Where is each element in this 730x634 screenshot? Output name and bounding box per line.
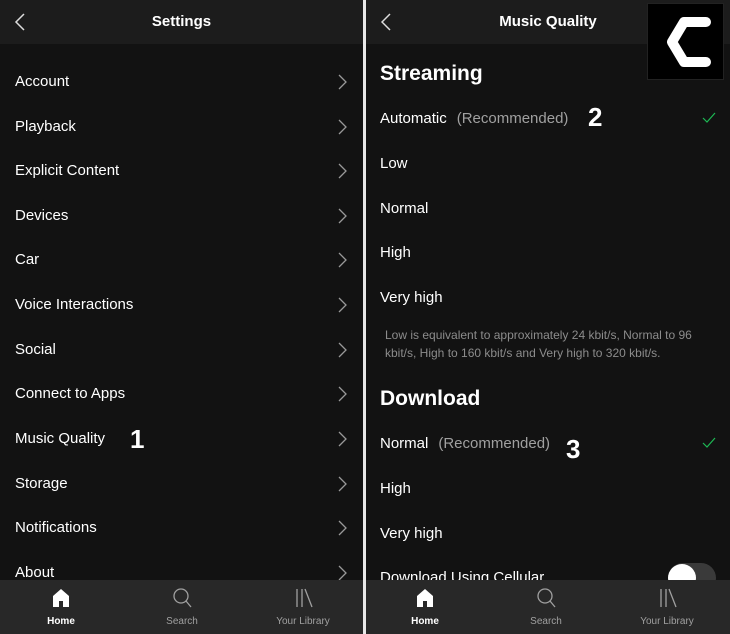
- settings-item-label: Playback: [15, 118, 76, 135]
- tab-search[interactable]: Search: [496, 580, 596, 634]
- tab-label: Search: [530, 616, 562, 627]
- settings-item-connect-to-apps[interactable]: Connect to Apps: [0, 372, 363, 416]
- settings-item-label: Explicit Content: [15, 162, 120, 179]
- option-label: Very high: [380, 525, 443, 542]
- tab-home[interactable]: Home: [375, 580, 475, 634]
- settings-item-label: Account: [15, 73, 70, 90]
- chevron-right-icon: [338, 74, 347, 90]
- chevron-right-icon: [338, 208, 347, 224]
- bottom-tab-bar: Home Search Your Library: [366, 580, 730, 634]
- tab-label: Home: [47, 616, 75, 627]
- settings-item-label: Social: [15, 341, 56, 358]
- settings-item-label: Voice Interactions: [15, 296, 134, 313]
- download-option-very-high[interactable]: Very high: [366, 515, 730, 555]
- tab-your-library[interactable]: Your Library: [617, 580, 717, 634]
- search-icon: [537, 588, 556, 608]
- download-option-high[interactable]: High: [366, 470, 730, 510]
- chevron-right-icon: [338, 431, 347, 447]
- recommended-note: (Recommended): [438, 435, 551, 452]
- chevron-right-icon: [338, 565, 347, 581]
- settings-item-label: Storage: [15, 475, 68, 492]
- c-logo-icon: [667, 17, 711, 67]
- step-marker-3: 3: [566, 434, 581, 464]
- settings-item-car[interactable]: Car: [0, 238, 363, 282]
- chevron-right-icon: [338, 520, 347, 536]
- chevron-right-icon: [338, 163, 347, 179]
- tab-search[interactable]: Search: [132, 580, 232, 634]
- streaming-option-very-high[interactable]: Very high: [366, 279, 730, 319]
- settings-screen: Settings Account Playback Explicit Conte…: [0, 0, 363, 634]
- music-quality-screen: Music Quality Streaming Automatic (Recomm…: [366, 0, 730, 634]
- step-marker-2: 2: [588, 102, 603, 132]
- chevron-right-icon: [338, 476, 347, 492]
- tab-label: Home: [411, 616, 439, 627]
- watermark-logo: [647, 3, 724, 80]
- streaming-section-title: Streaming: [380, 62, 483, 85]
- settings-item-music-quality[interactable]: Music Quality: [0, 417, 363, 461]
- tab-label: Your Library: [640, 616, 694, 627]
- tab-your-library[interactable]: Your Library: [253, 580, 353, 634]
- settings-item-label: Connect to Apps: [15, 385, 126, 402]
- chevron-right-icon: [338, 342, 347, 358]
- streaming-option-normal[interactable]: Normal: [366, 190, 730, 230]
- option-label: Normal: [380, 200, 429, 217]
- download-option-normal[interactable]: Normal (Recommended): [366, 425, 730, 465]
- chevron-right-icon: [338, 252, 347, 268]
- home-icon: [53, 589, 69, 607]
- chevron-right-icon: [338, 386, 347, 402]
- settings-item-notifications[interactable]: Notifications: [0, 506, 363, 550]
- option-label: Normal: [380, 435, 429, 452]
- check-icon: [702, 112, 716, 123]
- streaming-option-automatic[interactable]: Automatic (Recommended): [366, 100, 730, 140]
- option-label: Very high: [380, 289, 443, 306]
- chevron-right-icon: [338, 119, 347, 135]
- settings-item-voice-interactions[interactable]: Voice Interactions: [0, 283, 363, 327]
- step-marker-1: 1: [130, 424, 145, 454]
- settings-item-storage[interactable]: Storage: [0, 462, 363, 506]
- option-label: Low: [380, 155, 408, 172]
- home-icon: [417, 589, 433, 607]
- bottom-tab-bar: Home Search Your Library: [0, 580, 363, 634]
- page-title: Settings: [151, 13, 212, 30]
- option-label: High: [380, 480, 411, 497]
- recommended-note: (Recommended): [456, 110, 569, 127]
- bitrate-description: Low is equivalent to approximately 24 kb…: [385, 328, 692, 360]
- check-icon: [702, 437, 716, 448]
- option-label: High: [380, 244, 411, 261]
- search-icon: [173, 588, 192, 608]
- settings-item-label: Car: [15, 251, 40, 268]
- option-label: Automatic: [380, 110, 447, 127]
- streaming-option-high[interactable]: High: [366, 234, 730, 274]
- tab-label: Your Library: [276, 616, 330, 627]
- tab-label: Search: [166, 616, 198, 627]
- settings-item-explicit-content[interactable]: Explicit Content: [0, 149, 363, 193]
- settings-item-playback[interactable]: Playback: [0, 105, 363, 149]
- download-section-title: Download: [380, 387, 481, 410]
- settings-item-social[interactable]: Social: [0, 328, 363, 372]
- settings-item-account[interactable]: Account: [0, 60, 363, 104]
- streaming-option-low[interactable]: Low: [366, 145, 730, 185]
- chevron-right-icon: [338, 297, 347, 313]
- tab-home[interactable]: Home: [11, 580, 111, 634]
- settings-item-label: About: [15, 564, 55, 581]
- library-icon: [296, 588, 313, 608]
- settings-item-devices[interactable]: Devices: [0, 194, 363, 238]
- settings-item-label: Notifications: [15, 519, 97, 536]
- settings-item-label: Music Quality: [15, 430, 106, 447]
- settings-item-label: Devices: [15, 207, 69, 224]
- settings-header: Settings: [0, 0, 363, 44]
- library-icon: [660, 588, 677, 608]
